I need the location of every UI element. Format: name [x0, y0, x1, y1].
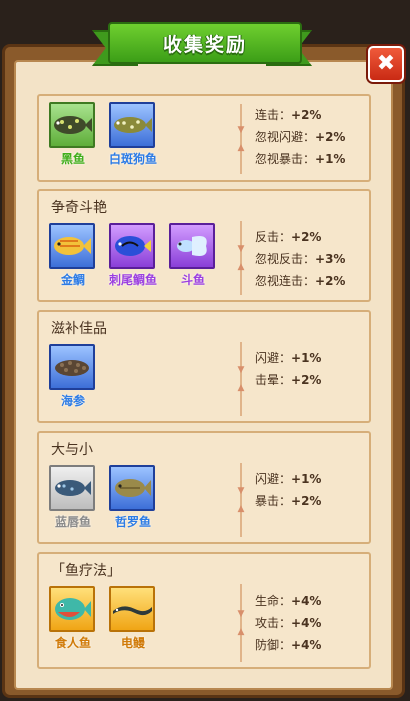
fish-item[interactable]: 刺尾鲷鱼	[109, 223, 157, 288]
bonus-divider: ▼ ▲	[237, 463, 245, 537]
pike-fish-icon	[109, 102, 155, 148]
bonus-line: 忽视连击：+2%	[255, 274, 346, 288]
bonus-line: 忽视反击：+3%	[255, 252, 346, 266]
bonus-divider: ▼ ▲	[237, 104, 245, 174]
fish-name: 黑鱼	[60, 152, 85, 166]
fish-name: 蓝唇鱼	[54, 515, 91, 529]
title-ribbon: 收集奖励	[108, 22, 302, 64]
fish-name: 金鲷	[60, 273, 85, 287]
blue-lip-fish-icon	[49, 465, 95, 511]
set-title: 「鱼疗法」	[51, 563, 121, 579]
fish-item[interactable]: 金鲷	[49, 223, 97, 288]
bonus-line: 忽视暴击：+1%	[255, 152, 346, 166]
fish-item[interactable]: 食人鱼	[49, 586, 97, 651]
collection-set-card: 「鱼疗法」 食人鱼 电鳗 ▼ ▲ 生命：+4% 攻击：+4% 防御：+4%	[37, 552, 371, 669]
fish-name: 海参	[60, 394, 85, 408]
collection-set-card: 大与小 蓝唇鱼 哲罗鱼 ▼ ▲ 闪避：+1% 暴击：+2%	[37, 431, 371, 544]
close-button[interactable]: ✖	[368, 46, 404, 82]
sea-cucumber-icon	[49, 344, 95, 390]
fish-name: 斗鱼	[180, 273, 205, 287]
bonus-line: 暴击：+2%	[255, 494, 322, 508]
piranha-icon	[49, 586, 95, 632]
bonus-line: 生命：+4%	[255, 594, 322, 608]
bonus-divider: ▼ ▲	[237, 221, 245, 295]
electric-eel-icon	[109, 586, 155, 632]
fish-item[interactable]: 蓝唇鱼	[49, 465, 97, 530]
fish-name: 哲罗鱼	[114, 515, 151, 529]
fish-name: 电鳗	[120, 636, 145, 650]
collection-set-card: 黑鱼 白斑狗鱼 ▼ ▲ 连击：+2% 忽视闪避：+2% 忽视暴击：+1%	[37, 94, 371, 182]
fish-item[interactable]: 黑鱼	[49, 102, 97, 167]
fish-name: 刺尾鲷鱼	[108, 273, 157, 287]
bonus-line: 击晕：+2%	[255, 373, 322, 387]
fish-item[interactable]: 哲罗鱼	[109, 465, 157, 530]
fish-item[interactable]: 白斑狗鱼	[109, 102, 157, 167]
bonus-line: 攻击：+4%	[255, 616, 322, 630]
bonus-divider: ▼ ▲	[237, 342, 245, 416]
collection-set-card: 滋补佳品 海参 ▼ ▲ 闪避：+1% 击晕：+2%	[37, 310, 371, 423]
fish-item[interactable]: 电鳗	[109, 586, 157, 651]
betta-fish-icon	[169, 223, 215, 269]
collection-set-card: 争奇斗艳 金鲷 刺尾鲷鱼 斗鱼 ▼ ▲ 反击：+2% 忽视反击：+3% 忽视连击…	[37, 189, 371, 302]
bonus-line: 忽视闪避：+2%	[255, 130, 346, 144]
close-icon: ✖	[376, 51, 396, 76]
set-title: 争奇斗艳	[51, 200, 107, 216]
set-title: 大与小	[51, 442, 93, 458]
bonus-line: 反击：+2%	[255, 230, 322, 244]
fish-name: 食人鱼	[54, 636, 91, 650]
set-title: 滋补佳品	[51, 321, 107, 337]
fish-item[interactable]: 斗鱼	[169, 223, 217, 288]
bonus-line: 防御：+4%	[255, 638, 322, 652]
snakehead-fish-icon	[49, 102, 95, 148]
bonus-line: 闪避：+1%	[255, 351, 322, 365]
bonus-line: 闪避：+1%	[255, 472, 322, 486]
bonus-line: 连击：+2%	[255, 108, 322, 122]
bonus-divider: ▼ ▲	[237, 584, 245, 662]
taimen-fish-icon	[109, 465, 155, 511]
fish-item[interactable]: 海参	[49, 344, 97, 409]
golden-bream-icon	[49, 223, 95, 269]
panel-title: 收集奖励	[162, 33, 247, 56]
fish-name: 白斑狗鱼	[108, 152, 157, 166]
blue-tang-icon	[109, 223, 155, 269]
